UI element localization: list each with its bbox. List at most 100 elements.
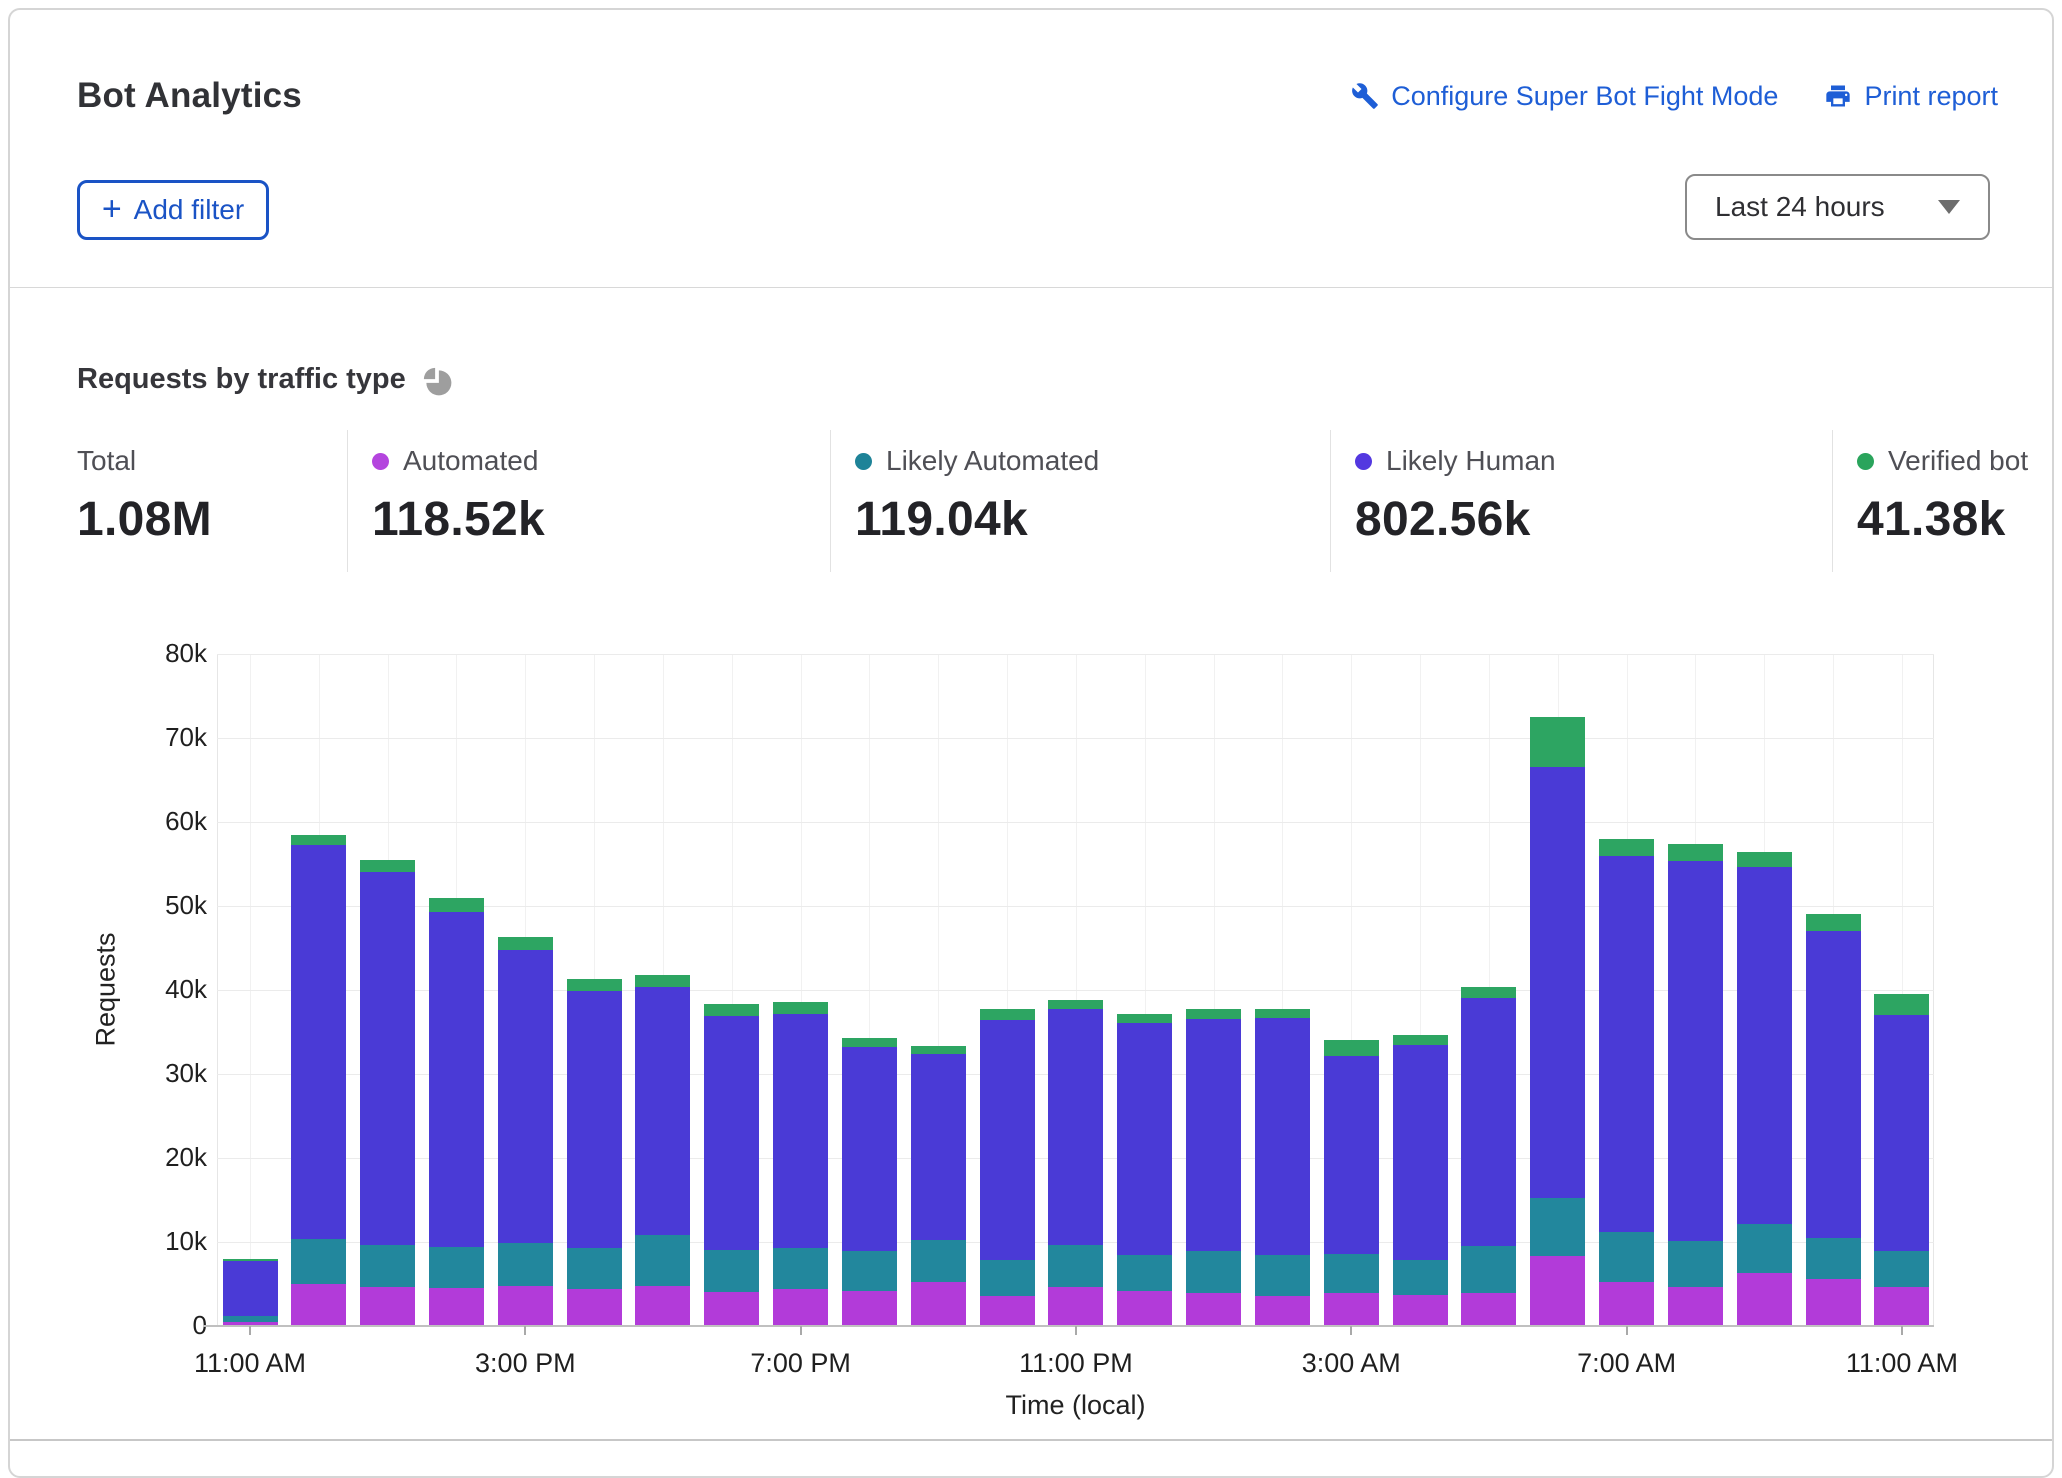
bar-segment-verified-bot-900pm: [911, 1046, 966, 1054]
x-axis-tick-label: 11:00 AM: [1802, 1348, 2002, 1379]
bar-segment-likely-human-900am: [1737, 867, 1792, 1223]
bar-segment-automated-600pm: [704, 1292, 759, 1326]
bar-segment-automated-300am: [1324, 1293, 1379, 1326]
bar-segment-likely-human-700am: [1599, 856, 1654, 1232]
x-axis-tick-label: 3:00 AM: [1251, 1348, 1451, 1379]
stat-label: Likely Human: [1386, 445, 1556, 477]
bar-segment-likely-automated-100am: [1186, 1251, 1241, 1293]
bar-segment-verified-bot-400pm: [567, 979, 622, 991]
bar-segment-verified-bot-200pm: [429, 898, 484, 912]
bar-segment-likely-human-400am: [1393, 1045, 1448, 1259]
time-range-value: Last 24 hours: [1715, 191, 1885, 223]
bar-segment-likely-automated-500pm: [635, 1235, 690, 1285]
bar-segment-verified-bot-100am: [1186, 1009, 1241, 1018]
bar-segment-likely-human-600pm: [704, 1016, 759, 1250]
automated-legend-dot: [372, 453, 389, 470]
stat-value-automated: 118.52k: [372, 492, 545, 547]
y-axis-tick-label: 70k: [10, 722, 207, 753]
page-title: Bot Analytics: [77, 76, 302, 116]
add-filter-button[interactable]: + Add filter: [77, 180, 269, 240]
bar-segment-verified-bot-100pm: [360, 860, 415, 873]
x-axis-tick-label: 11:00 AM: [150, 1348, 350, 1379]
bar-segment-likely-human-600am: [1530, 767, 1585, 1198]
bar-segment-likely-human-1000am: [1806, 931, 1861, 1238]
header: Bot Analytics Configure Super Bot Fight …: [77, 68, 1998, 124]
bar-segment-automated-200am: [1255, 1296, 1310, 1326]
bar-segment-automated-300pm: [498, 1286, 553, 1326]
likely-human-legend-dot: [1355, 453, 1372, 470]
bar-segment-likely-automated-400am: [1393, 1260, 1448, 1295]
bar-segment-automated-1000pm: [980, 1296, 1035, 1326]
x-axis-tick: [1350, 1326, 1352, 1335]
bar-segment-likely-human-1000pm: [980, 1020, 1035, 1259]
bar-segment-verified-bot-1100pm: [1048, 1000, 1103, 1009]
bar-segment-likely-automated-700am: [1599, 1232, 1654, 1282]
stat-block-total: Total 1.08M: [77, 444, 212, 547]
bar-segment-verified-bot-600am: [1530, 717, 1585, 767]
bar-segment-verified-bot-300am: [1324, 1040, 1379, 1056]
bar-segment-automated-1200pm: [291, 1284, 346, 1326]
horizontal-gridline: [217, 822, 1934, 823]
stat-divider: [1330, 430, 1331, 572]
chevron-down-icon: [1938, 200, 1960, 214]
horizontal-gridline: [217, 654, 1934, 655]
x-axis-tick-label: 7:00 AM: [1527, 1348, 1727, 1379]
bar-segment-verified-bot-1200pm: [291, 835, 346, 845]
plus-icon: +: [102, 192, 122, 226]
bar-segment-automated-400am: [1393, 1295, 1448, 1326]
bar-segment-likely-automated-600pm: [704, 1250, 759, 1291]
configure-link-label: Configure Super Bot Fight Mode: [1391, 81, 1778, 112]
x-axis-tick: [249, 1326, 251, 1335]
bar-segment-likely-human-400pm: [567, 991, 622, 1248]
stat-label: Total: [77, 445, 136, 477]
configure-super-bot-fight-mode-link[interactable]: Configure Super Bot Fight Mode: [1351, 81, 1778, 112]
printer-icon: [1824, 82, 1852, 110]
bar-segment-likely-human-100pm: [360, 872, 415, 1245]
stat-divider: [830, 430, 831, 572]
stat-divider: [347, 430, 348, 572]
print-report-link[interactable]: Print report: [1824, 81, 1998, 112]
bar-segment-likely-automated-1000pm: [980, 1260, 1035, 1296]
bar-segment-verified-bot-600pm: [704, 1004, 759, 1016]
bar-segment-verified-bot-800am: [1668, 844, 1723, 861]
bar-segment-verified-bot-1100am: [1874, 994, 1929, 1015]
x-axis-title: Time (local): [926, 1390, 1226, 1421]
x-axis-tick: [524, 1326, 526, 1335]
bar-segment-likely-human-300pm: [498, 950, 553, 1243]
bar-segment-likely-automated-1200am: [1117, 1255, 1172, 1291]
bar-segment-automated-900pm: [911, 1282, 966, 1326]
bar-segment-automated-700am: [1599, 1282, 1654, 1326]
bar-segment-likely-automated-1200pm: [291, 1239, 346, 1284]
bar-segment-likely-human-900pm: [911, 1054, 966, 1240]
bar-segment-likely-automated-800am: [1668, 1241, 1723, 1286]
stat-block-likely-human: Likely Human 802.56k: [1355, 444, 1556, 547]
bar-segment-likely-human-1100am: [223, 1261, 278, 1316]
stat-block-automated: Automated 118.52k: [372, 444, 545, 547]
bar-segment-likely-human-800pm: [842, 1047, 897, 1251]
time-range-dropdown[interactable]: Last 24 hours: [1685, 174, 1990, 240]
stat-label: Likely Automated: [886, 445, 1099, 477]
bar-segment-automated-1200am: [1117, 1291, 1172, 1326]
bar-segment-verified-bot-400am: [1393, 1035, 1448, 1046]
stat-value-total: 1.08M: [77, 492, 212, 547]
x-axis-tick-label: 3:00 PM: [425, 1348, 625, 1379]
bar-segment-automated-800am: [1668, 1287, 1723, 1326]
bar-segment-likely-human-1200am: [1117, 1023, 1172, 1255]
bar-segment-verified-bot-200am: [1255, 1009, 1310, 1018]
bar-segment-verified-bot-300pm: [498, 937, 553, 950]
bot-analytics-card: Bot Analytics Configure Super Bot Fight …: [8, 8, 2054, 1478]
bar-segment-automated-400pm: [567, 1289, 622, 1326]
y-axis-tick-label: 80k: [10, 638, 207, 669]
bar-segment-likely-human-1100am: [1874, 1015, 1929, 1251]
bar-segment-likely-automated-900pm: [911, 1240, 966, 1282]
bar-segment-likely-automated-1100am: [223, 1316, 278, 1322]
bar-segment-automated-100am: [1186, 1293, 1241, 1326]
bar-segment-verified-bot-1000pm: [980, 1009, 1035, 1020]
stat-value-likely-automated: 119.04k: [855, 492, 1099, 547]
bar-segment-likely-human-700pm: [773, 1014, 828, 1248]
y-axis-tick-label: 0: [10, 1310, 207, 1341]
bar-segment-verified-bot-1000am: [1806, 914, 1861, 931]
bar-segment-likely-automated-1100pm: [1048, 1245, 1103, 1287]
x-axis-tick: [800, 1326, 802, 1335]
stat-block-verified-bot: Verified bot 41.38k: [1857, 444, 2028, 547]
